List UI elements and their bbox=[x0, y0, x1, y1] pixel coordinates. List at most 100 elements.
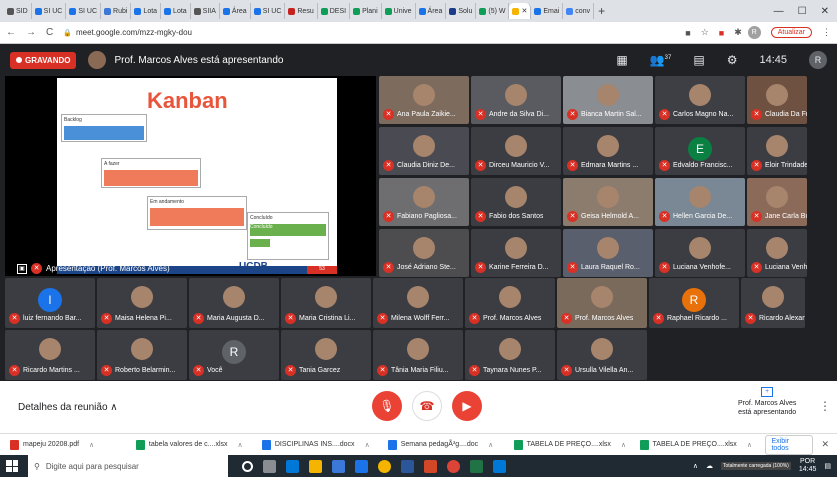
download-item[interactable]: TABELA DE PREÇO....xlsx ∧ bbox=[513, 439, 640, 450]
participant-tile[interactable]: ✕ Tania Garcez bbox=[281, 330, 371, 380]
participant-tile[interactable]: ✕ Milena Wolff Ferr... bbox=[373, 278, 463, 328]
camera-icon[interactable]: ■ bbox=[685, 28, 690, 38]
browser-tab[interactable]: SIIA bbox=[191, 3, 220, 19]
task-view-icon[interactable] bbox=[263, 459, 276, 473]
grid-layout-icon[interactable]: ▦ bbox=[616, 53, 627, 67]
browser-tab[interactable]: SID bbox=[4, 3, 32, 19]
taskbar-search[interactable]: ⚲ Digite aqui para pesquisar bbox=[28, 455, 228, 477]
participant-tile[interactable]: ✕ Geisa Helmold A... bbox=[563, 178, 653, 226]
new-tab-button[interactable]: + bbox=[598, 4, 605, 18]
participant-tile[interactable]: ✕Ricardo Alexandr... bbox=[741, 278, 805, 328]
update-button[interactable]: Atualizar bbox=[770, 27, 812, 38]
browser-tab[interactable]: conv bbox=[563, 3, 595, 19]
participants-icon[interactable]: 👥37 bbox=[650, 53, 672, 67]
participant-tile[interactable]: ✕Luciana Venhofe... bbox=[747, 229, 807, 277]
participant-tile[interactable]: ✕Eloir Trindade Va... bbox=[747, 127, 807, 175]
participant-tile[interactable]: ✕ Andre da Silva Di... bbox=[471, 76, 561, 124]
forward-icon[interactable]: → bbox=[26, 27, 36, 38]
chevron-up-icon[interactable]: ∧ bbox=[89, 441, 94, 449]
network-icon[interactable]: ☁ bbox=[706, 462, 713, 470]
participant-tile[interactable]: E ✕ Edvaldo Francisc... bbox=[655, 127, 745, 175]
participant-tile[interactable]: ✕Jane Carla Bubli... bbox=[747, 178, 807, 226]
camera-toggle-button[interactable]: ▶ bbox=[452, 391, 482, 421]
participant-tile[interactable]: ✕ Ana Paula Zaikie... bbox=[379, 76, 469, 124]
participant-tile[interactable]: ✕ Prof. Marcos Alves bbox=[557, 278, 647, 328]
word-icon[interactable] bbox=[401, 459, 414, 473]
url-field[interactable]: 🔒 meet.google.com/mzz-mgky-dou bbox=[63, 28, 675, 37]
show-all-downloads-button[interactable]: Exibir todos bbox=[765, 434, 814, 455]
browser-tab[interactable]: Unive bbox=[382, 3, 416, 19]
participant-tile[interactable]: ✕ Edmara Martins ... bbox=[563, 127, 653, 175]
tray-clock[interactable]: POR 14:45 bbox=[799, 458, 817, 474]
notifications-icon[interactable]: ▤ bbox=[824, 462, 831, 470]
participant-tile[interactable]: ✕ Taynara Nunes P... bbox=[465, 330, 555, 380]
browser-tab[interactable]: Emai bbox=[531, 3, 564, 19]
participant-tile[interactable]: ✕ Ricardo Martins ... bbox=[5, 330, 95, 380]
presenting-info[interactable]: + Prof. Marcos Alves está apresentando bbox=[738, 387, 796, 417]
participant-tile[interactable]: R ✕ Você bbox=[189, 330, 279, 380]
browser-tab[interactable]: SI UC bbox=[251, 3, 286, 19]
more-options-icon[interactable]: ⋮ bbox=[819, 399, 831, 413]
chevron-up-icon[interactable]: ∧ bbox=[238, 441, 243, 449]
activities-icon[interactable]: ⚙ bbox=[727, 53, 738, 67]
chrome-alt-icon[interactable] bbox=[447, 459, 460, 473]
chevron-up-icon[interactable]: ∧ bbox=[747, 441, 752, 449]
explorer-icon[interactable] bbox=[309, 459, 322, 473]
profile-avatar[interactable]: R bbox=[747, 26, 761, 39]
participant-tile[interactable]: ✕ Bianca Martin Sal... bbox=[563, 76, 653, 124]
tab-close-icon[interactable]: ✕ bbox=[521, 7, 527, 15]
download-item[interactable]: TABELA DE PREÇO....xlsx ∧ bbox=[639, 439, 766, 450]
participant-tile[interactable]: ✕ Maria Cristina Li... bbox=[281, 278, 371, 328]
store-icon[interactable] bbox=[332, 459, 345, 473]
photos-icon[interactable] bbox=[493, 459, 506, 473]
browser-tab[interactable]: Solu bbox=[446, 3, 477, 19]
mail-icon[interactable] bbox=[355, 459, 368, 473]
chat-icon[interactable]: ▤ bbox=[693, 53, 704, 67]
star-icon[interactable]: ☆ bbox=[701, 27, 709, 38]
browser-tab[interactable]: Rubi bbox=[101, 3, 132, 19]
browser-tab[interactable]: Lota bbox=[161, 3, 191, 19]
minimize-icon[interactable]: — bbox=[774, 6, 784, 17]
mic-toggle-button[interactable]: 🎙 bbox=[372, 391, 402, 421]
self-avatar[interactable]: R bbox=[809, 51, 827, 69]
participant-tile[interactable]: ✕ Prof. Marcos Alves bbox=[465, 278, 555, 328]
browser-tab[interactable]: (5) W bbox=[476, 3, 510, 19]
browser-tab[interactable]: SI UC bbox=[66, 3, 102, 19]
chevron-up-icon[interactable]: ∧ bbox=[365, 441, 370, 449]
participant-tile[interactable]: ✕ Fabio dos Santos bbox=[471, 178, 561, 226]
browser-tab[interactable]: Lota bbox=[131, 3, 162, 19]
edge-icon[interactable] bbox=[286, 459, 299, 473]
participant-tile[interactable]: ✕ Claudia Diniz De... bbox=[379, 127, 469, 175]
download-item[interactable]: tabela valores de c....xlsx ∧ bbox=[135, 439, 262, 450]
browser-tab[interactable]: SI UC bbox=[32, 3, 67, 19]
download-item[interactable]: Semana pedagÃ³g....doc ∧ bbox=[387, 439, 514, 450]
participant-tile[interactable]: ✕ Roberto Belarmin... bbox=[97, 330, 187, 380]
maximize-icon[interactable]: ☐ bbox=[798, 6, 807, 17]
presentation-stage[interactable]: Kanban Backlog A fazer Em andamento Conc… bbox=[5, 76, 376, 276]
back-icon[interactable]: ← bbox=[6, 27, 16, 38]
cortana-icon[interactable] bbox=[242, 460, 253, 472]
download-item[interactable]: mapeju 20208.pdf ∧ bbox=[10, 439, 136, 450]
windows-start-icon[interactable] bbox=[6, 460, 18, 472]
browser-tab[interactable]: Área bbox=[416, 3, 447, 19]
participant-tile[interactable]: ✕ Maisa Helena Pi... bbox=[97, 278, 187, 328]
puzzle-icon[interactable]: ✱ bbox=[734, 27, 742, 38]
participant-tile[interactable]: ✕ Ursulla Vilella An... bbox=[557, 330, 647, 380]
close-window-icon[interactable]: ✕ bbox=[821, 6, 829, 17]
participant-tile[interactable]: ✕Luciana Venhofe... bbox=[655, 229, 745, 277]
meeting-details-button[interactable]: Detalhes da reunião ∧ bbox=[18, 402, 118, 413]
chrome-icon[interactable] bbox=[378, 459, 391, 473]
powerpoint-icon[interactable] bbox=[424, 459, 437, 473]
participant-tile[interactable]: ✕ Laura Raquel Ro... bbox=[563, 229, 653, 277]
close-downloads-icon[interactable]: ✕ bbox=[821, 439, 829, 450]
participant-tile[interactable]: R ✕ Raphael Ricardo ... bbox=[649, 278, 739, 328]
participant-tile[interactable]: ✕ Dirceu Mauricio V... bbox=[471, 127, 561, 175]
participant-tile[interactable]: ✕Claudia Da Frei... bbox=[747, 76, 807, 124]
hang-up-button[interactable]: ☎ bbox=[412, 391, 442, 421]
participant-tile[interactable]: ✕ Fabiano Pagliosa... bbox=[379, 178, 469, 226]
download-item[interactable]: DISCIPLINAS INS....docx ∧ bbox=[261, 439, 388, 450]
chevron-up-icon[interactable]: ∧ bbox=[621, 441, 626, 449]
reload-icon[interactable]: C bbox=[46, 27, 53, 38]
menu-kebab-icon[interactable]: ⋮ bbox=[822, 27, 831, 38]
participant-tile[interactable]: ✕ Hellen Garcia De... bbox=[655, 178, 745, 226]
